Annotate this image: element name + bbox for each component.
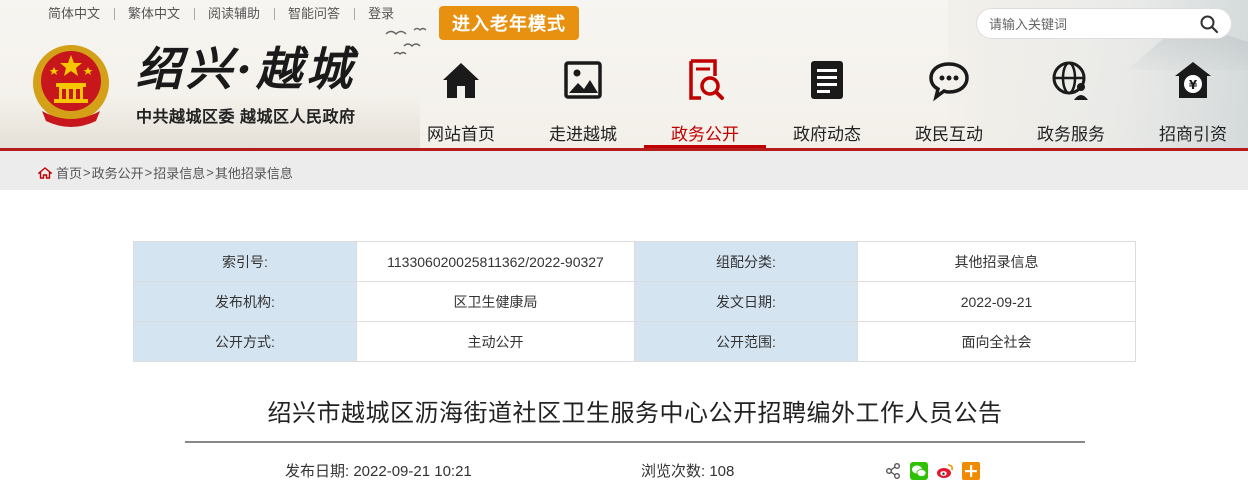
national-emblem-icon[interactable] xyxy=(30,41,112,129)
breadcrumb-gov-affairs[interactable]: 政务公开 xyxy=(92,163,144,182)
nav-item-label: 走进越城 xyxy=(549,125,617,144)
breadcrumb-recruitment[interactable]: 招录信息 xyxy=(153,163,205,182)
link-traditional-chinese[interactable]: 繁体中文 xyxy=(114,5,194,23)
org-value: 区卫生健康局 xyxy=(356,281,635,322)
breadcrumb-home[interactable]: 首页 xyxy=(56,163,82,182)
link-smart-qa[interactable]: 智能问答 xyxy=(274,5,354,23)
breadcrumb-separator: > xyxy=(206,165,214,180)
index-label: 索引号: xyxy=(133,241,357,282)
chat-icon xyxy=(929,62,969,102)
elder-mode-button[interactable]: 进入老年模式 xyxy=(439,6,579,40)
table-row: 发布机构: 区卫生健康局 发文日期: 2022-09-21 xyxy=(133,281,1136,322)
publish-date-label: 发布日期: xyxy=(285,463,350,480)
nav-item-investment[interactable]: ¥ 招商引资 xyxy=(1132,52,1248,148)
svg-text:¥: ¥ xyxy=(1189,78,1198,92)
nav-item-gov-affairs[interactable]: 政务公开 xyxy=(644,52,766,148)
site-header: 简体中文 繁体中文 阅读辅助 智能问答 登录 进入老年模式 绍兴·越城 中共越城… xyxy=(0,0,1248,148)
breadcrumb-separator: > xyxy=(144,165,153,180)
table-row: 索引号: 113306020025811362/2022-90327 组配分类:… xyxy=(133,241,1136,282)
link-login[interactable]: 登录 xyxy=(354,5,408,23)
share-icon[interactable] xyxy=(884,462,902,480)
date-label: 发文日期: xyxy=(634,281,858,322)
nav-item-about[interactable]: 走进越城 xyxy=(522,52,644,148)
mode-label: 公开方式: xyxy=(133,321,357,362)
publish-date: 发布日期: 2022-09-21 10:21 xyxy=(285,460,472,481)
home-icon xyxy=(443,63,479,98)
breadcrumb-other-recruitment[interactable]: 其他招录信息 xyxy=(215,163,293,182)
nav-item-label: 招商引资 xyxy=(1159,125,1227,144)
weibo-icon[interactable] xyxy=(936,462,954,480)
view-count-label: 浏览次数: xyxy=(641,463,706,480)
scope-value: 面向全社会 xyxy=(857,321,1136,362)
link-reading-aid[interactable]: 阅读辅助 xyxy=(194,5,274,23)
main-nav: 网站首页 走进越城 政务公开 政府动态 政民互动 政务服务 ¥ 招商引资 xyxy=(400,52,1248,148)
breadcrumb-home-icon xyxy=(38,166,52,179)
nav-item-label: 政务公开 xyxy=(671,125,739,144)
nav-item-news[interactable]: 政府动态 xyxy=(766,52,888,148)
breadcrumb-separator: > xyxy=(83,165,91,180)
more-share-icon[interactable] xyxy=(962,462,980,480)
article-title: 绍兴市越城区沥海街道社区卫生服务中心公开招聘编外工作人员公告 xyxy=(267,400,1003,427)
org-label: 发布机构: xyxy=(133,281,357,322)
share-bar xyxy=(884,462,980,480)
globe-user-icon xyxy=(1052,61,1088,100)
picture-icon xyxy=(564,61,602,99)
nav-item-label: 网站首页 xyxy=(427,125,495,144)
view-count: 浏览次数: 108 xyxy=(641,460,734,481)
category-label: 组配分类: xyxy=(634,241,858,282)
money-house-icon: ¥ xyxy=(1175,62,1211,98)
news-icon xyxy=(811,61,843,99)
nav-item-label: 政府动态 xyxy=(793,125,861,144)
site-logo-title[interactable]: 绍兴·越城 xyxy=(136,42,396,96)
nav-item-label: 政民互动 xyxy=(915,125,983,144)
document-info-table: 索引号: 113306020025811362/2022-90327 组配分类:… xyxy=(133,241,1136,362)
view-count-value: 108 xyxy=(709,463,735,480)
site-logo-subtitle: 中共越城区委 越城区人民政府 xyxy=(136,109,356,126)
top-links: 简体中文 繁体中文 阅读辅助 智能问答 登录 xyxy=(34,5,408,23)
nav-item-home[interactable]: 网站首页 xyxy=(400,52,522,148)
search-box xyxy=(976,8,1232,39)
mode-value: 主动公开 xyxy=(356,321,635,362)
wechat-icon[interactable] xyxy=(910,462,928,480)
search-icon[interactable] xyxy=(1199,14,1219,34)
scope-label: 公开范围: xyxy=(634,321,858,362)
search-input[interactable] xyxy=(989,15,1189,33)
nav-item-label: 政务服务 xyxy=(1037,125,1105,144)
nav-item-interaction[interactable]: 政民互动 xyxy=(888,52,1010,148)
breadcrumb: 首页 > 政务公开 > 招录信息 > 其他招录信息 xyxy=(38,163,293,182)
breadcrumb-bar: 首页 > 政务公开 > 招录信息 > 其他招录信息 xyxy=(0,151,1248,190)
title-divider xyxy=(185,441,1085,443)
nav-item-services[interactable]: 政务服务 xyxy=(1010,52,1132,148)
index-value: 113306020025811362/2022-90327 xyxy=(356,241,635,282)
publish-date-value: 2022-09-21 10:21 xyxy=(353,463,472,480)
document-search-icon xyxy=(689,59,724,100)
date-value: 2022-09-21 xyxy=(857,281,1136,322)
category-value: 其他招录信息 xyxy=(857,241,1136,282)
table-row: 公开方式: 主动公开 公开范围: 面向全社会 xyxy=(133,321,1136,362)
link-simplified-chinese[interactable]: 简体中文 xyxy=(34,5,114,23)
